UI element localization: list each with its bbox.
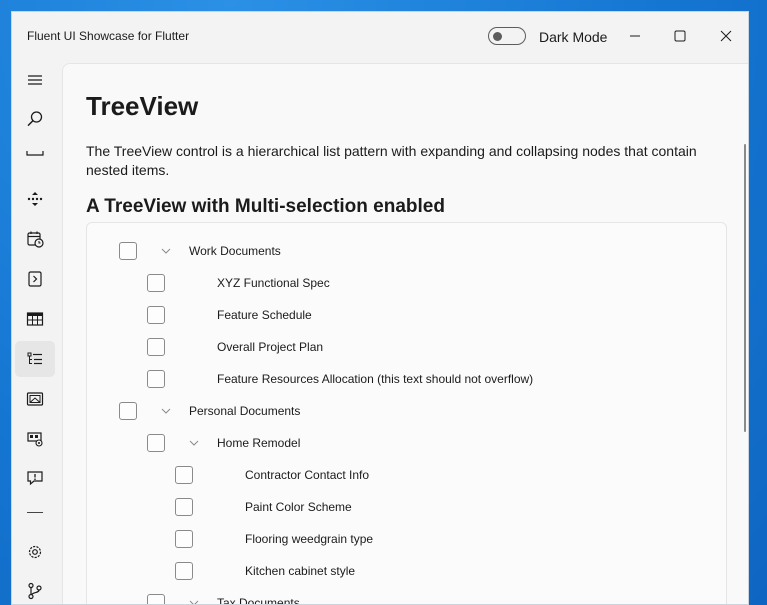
tree-item-checkbox[interactable]: [175, 530, 193, 548]
tree-item[interactable]: Overall Project Plan: [87, 332, 726, 364]
tree-item[interactable]: Contractor Contact Info: [87, 460, 726, 492]
tree-item-label: Flooring weedgrain type: [245, 532, 374, 546]
expander-icon: [28, 271, 42, 287]
tree-view: Work Documents XYZ Functional Spec Feature…: [86, 222, 727, 605]
hamburger-menu-icon: [28, 75, 42, 85]
tree-item-label: Contractor Contact Info: [245, 468, 370, 482]
tree-item-checkbox[interactable]: [147, 306, 165, 324]
tree-item-label: Paint Color Scheme: [245, 500, 352, 514]
app-title: Fluent UI Showcase for Flutter: [27, 29, 190, 43]
tree-item-checkbox[interactable]: [175, 498, 193, 516]
maximize-icon: [674, 30, 686, 42]
nav-item-settings[interactable]: [15, 534, 55, 570]
maximize-button[interactable]: [668, 24, 692, 48]
tree-item[interactable]: Paint Color Scheme: [87, 492, 726, 524]
title-bar[interactable]: Fluent UI Showcase for Flutter Dark Mode: [12, 12, 748, 62]
app-window: Fluent UI Showcase for Flutter Dark Mode: [11, 11, 749, 605]
search-icon: [27, 111, 43, 127]
nav-item-flip-view[interactable]: [15, 181, 55, 217]
minimize-button[interactable]: [623, 24, 647, 48]
tree-item-label: Kitchen cabinet style: [245, 564, 356, 578]
tree-item[interactable]: Feature Schedule: [87, 300, 726, 332]
tree-item-checkbox[interactable]: [175, 466, 193, 484]
calendar-clock-icon: [27, 231, 44, 248]
tree-item[interactable]: Flooring weedgrain type: [87, 524, 726, 556]
tree-item[interactable]: Kitchen cabinet style: [87, 556, 726, 588]
tree-item-checkbox[interactable]: [147, 594, 165, 604]
ribbon-icon: [27, 432, 43, 447]
nav-item-expander[interactable]: [15, 261, 55, 297]
tree-item[interactable]: Tax Documents: [87, 588, 726, 605]
tree-item-label: Overall Project Plan: [217, 340, 324, 354]
tree-item[interactable]: XYZ Functional Spec: [87, 268, 726, 300]
close-icon: [720, 30, 732, 42]
tree-item[interactable]: Work Documents: [87, 236, 726, 268]
page-title: TreeView: [86, 91, 199, 121]
content-panel: TreeView The TreeView control is a hiera…: [62, 63, 748, 605]
nav-item-ribbon[interactable]: [15, 421, 55, 457]
partial-icon: [26, 151, 44, 156]
tree-item-label: Feature Schedule: [217, 308, 312, 322]
tree-item[interactable]: Feature Resources Allocation (this text …: [87, 364, 726, 396]
tree-item-checkbox[interactable]: [119, 242, 137, 260]
nav-separator: [27, 512, 43, 513]
toggle-knob: [493, 31, 502, 41]
tree-item-checkbox[interactable]: [147, 434, 165, 452]
close-button[interactable]: [714, 24, 738, 48]
dark-mode-label: Dark Mode: [539, 29, 608, 45]
tree-item[interactable]: Personal Documents: [87, 396, 726, 428]
dark-mode-toggle[interactable]: [488, 27, 526, 45]
vertical-scrollbar[interactable]: [744, 144, 746, 432]
tree-item[interactable]: Home Remodel: [87, 428, 726, 460]
nav-item-feedback[interactable]: [15, 460, 55, 496]
chevron-down-icon[interactable]: [159, 404, 173, 418]
flip-view-icon: [27, 192, 43, 206]
tree-item-checkbox[interactable]: [147, 338, 165, 356]
settings-icon: [28, 545, 42, 559]
navigation-rail: [12, 62, 62, 604]
nav-item-tree-view[interactable]: [15, 341, 55, 377]
tree-item-label: XYZ Functional Spec: [217, 276, 330, 290]
chevron-down-icon[interactable]: [187, 436, 201, 450]
table-icon: [26, 312, 44, 326]
nav-item-search[interactable]: [15, 101, 55, 137]
image-icon: [26, 392, 44, 406]
nav-item-branch[interactable]: [15, 573, 55, 604]
nav-item-table[interactable]: [15, 301, 55, 337]
tree-item-label: Work Documents: [189, 244, 281, 258]
tree-item-label: Home Remodel: [217, 436, 301, 450]
tree-item-label: Feature Resources Allocation (this text …: [217, 372, 534, 386]
tree-item-checkbox[interactable]: [175, 562, 193, 580]
feedback-icon: [27, 471, 43, 486]
chevron-down-icon[interactable]: [187, 596, 201, 605]
tree-item-label: Tax Documents: [217, 596, 300, 605]
nav-item-image[interactable]: [15, 381, 55, 417]
tree-item-checkbox[interactable]: [147, 370, 165, 388]
tree-item-checkbox[interactable]: [119, 402, 137, 420]
section-title: A TreeView with Multi-selection enabled: [86, 196, 445, 217]
chevron-down-icon[interactable]: [159, 244, 173, 258]
page-description: The TreeView control is a hierarchical l…: [86, 143, 697, 178]
minimize-icon: [630, 35, 640, 37]
branch-icon: [28, 582, 42, 600]
tree-item-checkbox[interactable]: [147, 274, 165, 292]
tree-view-icon: [27, 352, 42, 365]
nav-item-calendar[interactable]: [15, 221, 55, 257]
hamburger-menu-button[interactable]: [15, 62, 55, 98]
tree-item-label: Personal Documents: [189, 404, 301, 418]
nav-item-partial[interactable]: [15, 144, 55, 164]
